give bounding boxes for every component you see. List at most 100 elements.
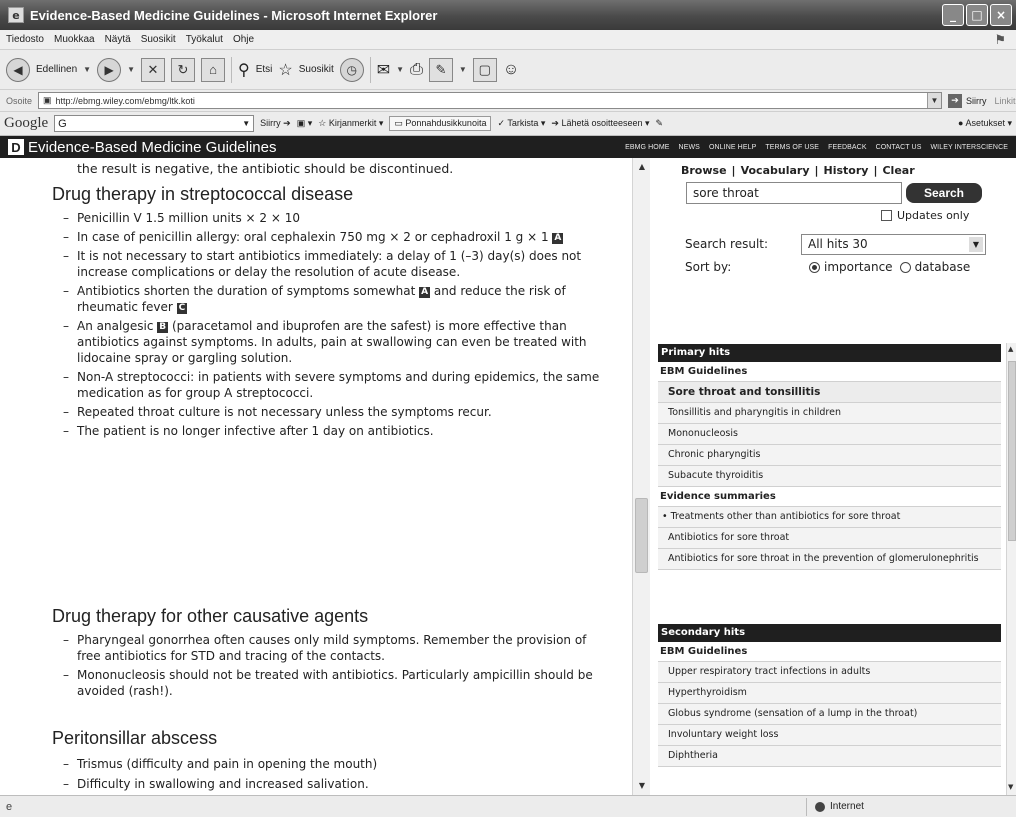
evidence-summaries-group-label: Evidence summaries [660,491,776,502]
panel-scrollbar[interactable]: ▲ ▼ [1006,343,1016,795]
discuss-icon[interactable]: ▢ [472,57,497,82]
nav-online-help[interactable]: ONLINE HELP [709,144,756,151]
address-url[interactable]: http://ebmg.wiley.com/ebmg/ltk.koti [56,96,195,106]
google-go-button[interactable]: Siirry ➔ [260,118,291,129]
menu-tools[interactable]: Työkalut [186,34,223,45]
hit-item[interactable]: Antibiotics for sore throat [658,528,1001,549]
hit-item[interactable]: Globus syndrome (sensation of a lump in … [658,704,1001,725]
menu-favorites[interactable]: Suosikit [141,34,176,45]
send-to-button[interactable]: ➔ Lähetä osoitteeseen ▾ [551,118,649,129]
hit-item[interactable]: Hyperthyroidism [658,683,1001,704]
updates-only-checkbox[interactable] [881,210,892,221]
scroll-down-icon[interactable]: ▼ [636,779,648,791]
hit-item[interactable]: Treatments other than antibiotics for so… [658,507,1001,528]
go-label: Siirry [966,95,987,106]
panel-nav: Browse | Vocabulary | History | Clear [681,164,915,177]
hit-item[interactable]: Involuntary weight loss [658,725,1001,746]
nav-wiley-interscience[interactable]: WILEY INTERSCIENCE [930,144,1008,151]
scroll-up-icon[interactable]: ▲ [1008,345,1013,353]
print-icon[interactable]: ⎙ [410,61,423,79]
hit-item[interactable]: Sore throat and tonsillitis [658,382,1001,403]
close-button[interactable]: × [990,4,1012,26]
mail-icon[interactable]: ✉ [377,60,390,80]
forward-dropdown-icon[interactable]: ▼ [127,65,135,74]
search-button[interactable]: Search [906,183,982,203]
sort-importance-radio[interactable] [809,261,820,273]
favorites-label[interactable]: Suosikit [299,64,334,75]
menu-edit[interactable]: Muokkaa [54,34,95,45]
nav-ebmg-home[interactable]: EBMG HOME [625,144,669,151]
hit-item[interactable]: Upper respiratory tract infections in ad… [658,662,1001,683]
sort-database-radio[interactable] [899,261,911,273]
browse-link[interactable]: Browse [681,164,727,177]
google-input-value[interactable]: G [58,118,67,130]
edit-icon[interactable]: ✎ [428,57,453,82]
scrollbar-thumb[interactable] [1008,361,1016,541]
address-field[interactable]: ▣ http://ebmg.wiley.com/ebmg/ltk.koti ▼ [38,92,943,109]
nav-news[interactable]: NEWS [679,144,700,151]
google-settings-button[interactable]: ● Asetukset ▾ [958,118,1012,129]
messenger-icon[interactable]: ☺ [503,61,519,79]
home-icon[interactable]: ⌂ [201,57,225,82]
google-toolbar: Google G ▼ Siirry ➔ ▣ ▾ ☆ Kirjanmerkit ▾… [0,112,1016,136]
evidence-level-badge[interactable]: A [552,233,564,244]
windows-flag-icon: ⚑ [994,31,1006,47]
evidence-level-badge[interactable]: C [176,303,188,314]
hit-item[interactable]: Chronic pharyngitis [658,445,1001,466]
menu-view[interactable]: Näytä [105,34,131,45]
go-arrow-icon: ➔ [948,93,963,108]
article-scrollbar[interactable]: ▲ ▼ [632,158,650,795]
history-icon[interactable]: ◷ [339,57,364,82]
site-title: Evidence-Based Medicine Guidelines [28,138,277,156]
hit-item[interactable]: Antibiotics for sore throat in the preve… [658,549,1001,570]
scroll-up-icon[interactable]: ▲ [636,160,648,172]
section-list: Penicillin V 1.5 million units × 2 × 10 … [63,210,603,439]
menu-help[interactable]: Ohje [233,34,254,45]
google-search-input[interactable]: G ▼ [54,115,255,132]
evidence-level-badge[interactable]: A [419,287,431,298]
nav-contact-us[interactable]: CONTACT US [876,144,922,151]
history-link[interactable]: History [824,164,869,177]
chevron-down-icon[interactable]: ▼ [969,237,983,252]
vocabulary-link[interactable]: Vocabulary [741,164,810,177]
forward-arrow-icon[interactable]: ▶ [97,57,122,82]
edit-dropdown-icon[interactable]: ▼ [459,65,467,74]
hit-item[interactable]: Mononucleosis [658,424,1001,445]
search-icon[interactable]: ⚲ [238,60,250,80]
popup-blocker-button[interactable]: ▭ Ponnahdusikkunoita [389,116,492,131]
mail-dropdown-icon[interactable]: ▼ [396,65,404,74]
search-input[interactable]: sore throat [686,182,902,204]
hit-item[interactable]: Diphtheria [658,746,1001,767]
search-panel: Browse | Vocabulary | History | Clear so… [651,158,1016,795]
google-logo[interactable]: Google [4,115,48,132]
scrollbar-thumb[interactable] [635,498,648,573]
google-dropdown-icon[interactable]: ▼ [242,119,250,128]
search-label[interactable]: Etsi [256,64,273,75]
ebm-guidelines-group-label: EBM Guidelines [660,366,748,377]
search-result-select[interactable]: All hits 30 ▼ [801,234,986,255]
hit-item[interactable]: Tonsillitis and pharyngitis in children [658,403,1001,424]
back-dropdown-icon[interactable]: ▼ [83,65,91,74]
links-label[interactable]: Linkit [995,96,1016,106]
minimize-button[interactable]: _ [942,4,964,26]
hit-item[interactable]: Subacute thyroiditis [658,466,1001,487]
nav-feedback[interactable]: FEEDBACK [828,144,867,151]
google-options-icon[interactable]: ▣ ▾ [297,118,313,129]
clear-link[interactable]: Clear [882,164,914,177]
go-button[interactable]: ➔ Siirry [948,93,987,108]
refresh-icon[interactable]: ↻ [171,57,195,82]
google-bookmarks[interactable]: ☆ Kirjanmerkit ▾ [318,118,383,129]
back-arrow-icon[interactable]: ◀ [6,57,30,82]
menu-file[interactable]: Tiedosto [6,34,44,45]
stop-icon[interactable]: ✕ [141,57,165,82]
maximize-button[interactable]: □ [966,4,988,26]
scroll-down-icon[interactable]: ▼ [1008,783,1013,791]
nav-terms-of-use[interactable]: TERMS OF USE [765,144,819,151]
evidence-level-badge[interactable]: B [157,322,169,333]
favorites-star-icon[interactable]: ☆ [278,60,292,80]
updates-only-option[interactable]: Updates only [881,209,969,222]
spellcheck-button[interactable]: ✓ Tarkista ▾ [497,118,545,129]
back-label[interactable]: Edellinen [36,64,77,75]
highlighter-icon[interactable]: ✎ [656,118,664,129]
address-dropdown-icon[interactable]: ▼ [927,93,942,108]
